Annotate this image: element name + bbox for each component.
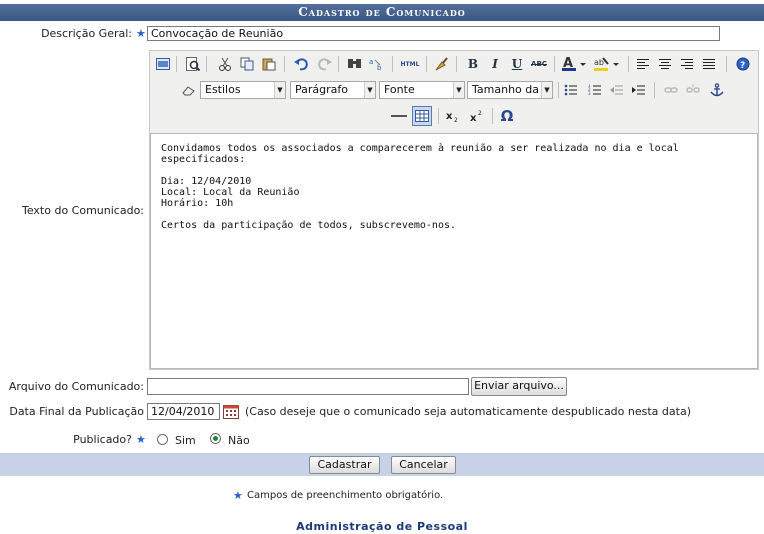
chevron-down-icon: ▼ [364,82,375,98]
styles-select-value: Estilos [205,83,241,96]
align-right-icon[interactable] [678,55,696,73]
svg-text:2: 2 [478,110,482,117]
horizontal-rule-icon[interactable] [390,107,408,125]
arquivo-file-input[interactable] [147,378,469,395]
highlight-color-icon[interactable]: ab [592,55,622,73]
content-paragraph: Certos da participação de todos, subscre… [161,220,457,231]
replace-icon[interactable]: ab [368,55,386,73]
indent-icon[interactable] [630,81,648,99]
svg-text:ab: ab [594,58,604,67]
superscript-icon[interactable]: x2 [468,107,486,125]
styles-select[interactable]: Estilos ▼ [200,81,286,99]
arquivo-label: Arquivo do Comunicado: [8,380,144,393]
footer-link-administracao[interactable]: Administração de Pessoal [0,520,764,533]
publicado-sim-label: Sim [175,434,196,447]
align-left-icon[interactable] [634,55,652,73]
align-justify-icon[interactable] [700,55,718,73]
svg-text:x: x [446,111,453,122]
italic-icon[interactable]: I [486,55,504,73]
font-select-value: Fonte [384,83,415,96]
required-star-icon: ★ [136,433,146,446]
data-final-hint: (Caso deseje que o comunicado seja autom… [245,405,691,418]
descricao-label: Descrição Geral: [41,27,132,40]
cadastrar-button[interactable]: Cadastrar [309,456,380,474]
help-icon[interactable]: ? [734,55,752,73]
page-title: Cadastro de Comunicado [0,4,764,21]
special-character-icon[interactable]: Ω [498,107,516,125]
numbered-list-icon[interactable]: 123 [586,81,604,99]
data-final-input[interactable] [147,403,220,420]
copy-icon[interactable] [238,55,256,73]
required-star-icon: ★ [136,27,146,40]
anchor-icon[interactable] [708,81,726,99]
chevron-down-icon: ▼ [453,82,464,98]
text-color-icon[interactable]: A [560,55,588,73]
outdent-icon[interactable] [608,81,626,99]
underline-icon[interactable]: U [508,55,526,73]
paragraph-select-value: Parágrafo [295,83,348,96]
redo-icon[interactable] [316,55,334,73]
svg-text:a: a [369,58,373,66]
editor-content[interactable]: Convidamos todos os associados a compare… [150,133,758,369]
align-center-icon[interactable] [656,55,674,73]
publicado-sim-radio[interactable] [157,434,168,445]
descricao-input[interactable] [147,26,720,41]
calendar-icon[interactable] [223,404,239,419]
eraser-icon[interactable] [180,81,198,99]
font-size-select[interactable]: Tamanho da Fo ▼ [467,81,553,99]
publicado-nao-label: Não [228,434,250,447]
form-actions-bar [0,453,764,476]
chevron-down-icon: ▼ [541,82,552,98]
svg-text:3: 3 [588,91,591,96]
svg-text:2: 2 [454,117,458,123]
find-icon[interactable] [346,55,364,73]
data-final-label: Data Final da Publicação [9,405,144,418]
publicado-nao-radio[interactable] [210,433,221,444]
html-icon[interactable]: HTML [398,55,422,73]
paragraph-select[interactable]: Parágrafo ▼ [290,81,376,99]
content-paragraph: Convidamos todos os associados a compare… [161,143,679,165]
table-icon[interactable] [412,106,432,126]
content-paragraph: Dia: 12/04/2010 Local: Local da Reunião … [161,176,300,209]
paste-icon[interactable] [260,55,278,73]
cancelar-button[interactable]: Cancelar [391,456,456,474]
bold-icon[interactable]: B [464,55,482,73]
required-star-icon: ★ [233,489,243,502]
bulleted-list-icon[interactable] [562,81,580,99]
strikethrough-icon[interactable]: ABC [530,55,548,73]
preview-icon[interactable] [184,55,202,73]
required-note: Campos de preenchimento obrigatório. [247,490,444,501]
font-select[interactable]: Fonte ▼ [379,81,465,99]
enviar-arquivo-button[interactable]: Enviar arquivo... [471,377,567,396]
svg-text:?: ? [740,61,745,71]
link-icon[interactable] [662,81,680,99]
source-icon[interactable] [154,55,172,73]
cut-icon[interactable] [216,55,234,73]
publicado-label: Publicado? [73,433,132,446]
clean-format-icon[interactable] [432,55,450,73]
undo-icon[interactable] [292,55,310,73]
texto-label: Texto do Comunicado: [21,204,144,217]
chevron-down-icon: ▼ [274,82,285,98]
unlink-icon[interactable] [684,81,702,99]
subscript-icon[interactable]: x2 [444,107,462,125]
svg-text:x: x [470,113,477,123]
